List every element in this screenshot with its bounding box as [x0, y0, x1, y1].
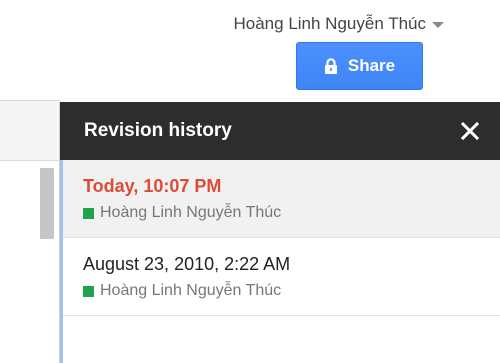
author-color-swatch — [83, 207, 94, 219]
author-color-swatch — [83, 285, 94, 297]
user-name: Hoàng Linh Nguyễn Thúc — [233, 14, 427, 33]
revision-item[interactable]: Today, 10:07 PM Hoàng Linh Nguyễn Thúc — [63, 160, 500, 238]
revision-item[interactable]: August 23, 2010, 2:22 AM Hoàng Linh Nguy… — [63, 238, 500, 316]
revision-author: Hoàng Linh Nguyễn Thúc — [83, 204, 500, 222]
docs-page: Hoàng Linh Nguyễn Thúc Share Revision hi… — [0, 0, 500, 363]
share-button[interactable]: Share — [296, 42, 423, 90]
author-name: Hoàng Linh Nguyễn Thúc — [100, 204, 282, 221]
author-name: Hoàng Linh Nguyễn Thúc — [100, 282, 282, 299]
revision-date: Today, 10:07 PM — [83, 176, 222, 196]
account-menu[interactable]: Hoàng Linh Nguyễn Thúc — [233, 10, 444, 38]
panel-title: Revision history — [84, 120, 232, 141]
document-toolbar-edge — [0, 101, 60, 161]
revision-history-header: Revision history — [60, 102, 500, 160]
revision-history-panel: Revision history Today, 10:07 PM Hoàng L… — [59, 102, 500, 363]
close-icon[interactable] — [460, 121, 480, 141]
document-scrollbar[interactable] — [40, 168, 54, 239]
revision-list: Today, 10:07 PM Hoàng Linh Nguyễn Thúc A… — [60, 160, 500, 363]
chevron-down-icon — [432, 22, 444, 28]
revision-author: Hoàng Linh Nguyễn Thúc — [83, 282, 500, 300]
revision-date: August 23, 2010, 2:22 AM — [83, 254, 291, 274]
share-label: Share — [347, 56, 396, 75]
lock-icon — [324, 57, 338, 75]
